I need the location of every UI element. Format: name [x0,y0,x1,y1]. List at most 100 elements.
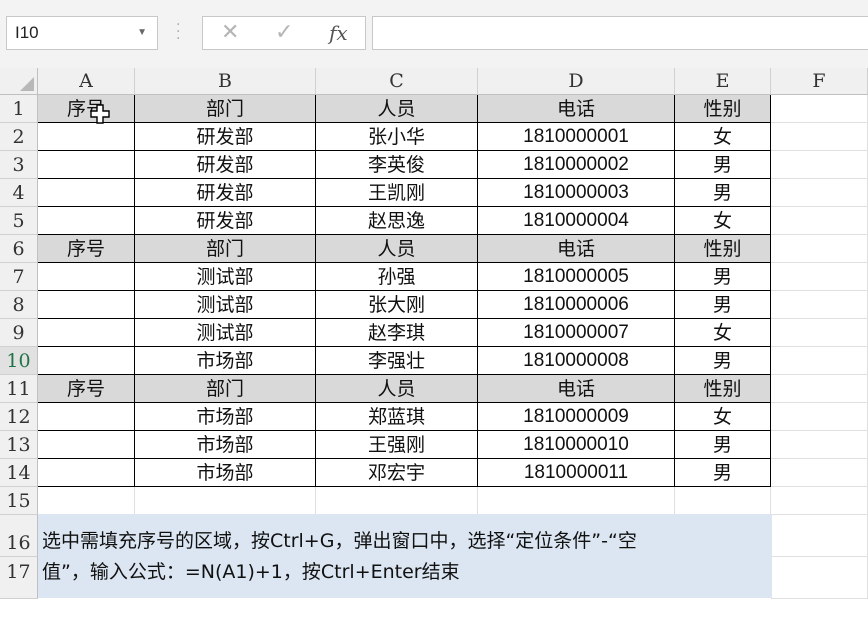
name-box-dropdown-icon[interactable]: ▼ [137,17,147,49]
cell-f2[interactable] [771,123,868,151]
cell-e14[interactable]: 男 [675,459,771,487]
cell-d5[interactable]: 1810000004 [478,207,675,235]
column-header-f[interactable]: F [771,68,868,95]
cell-c15[interactable] [316,487,478,515]
cell-a10[interactable] [38,347,135,375]
cell-b9[interactable]: 测试部 [135,319,316,347]
cell-a13[interactable] [38,431,135,459]
cell-b7[interactable]: 测试部 [135,263,316,291]
row-header-4[interactable]: 4 [0,179,38,207]
cell-e3[interactable]: 男 [675,151,771,179]
cell-b8[interactable]: 测试部 [135,291,316,319]
cell-e12[interactable]: 女 [675,403,771,431]
cell-f11[interactable] [771,375,868,403]
insert-function-icon[interactable]: fx [329,17,348,49]
row-header-9[interactable]: 9 [0,319,38,347]
enter-icon[interactable]: ✓ [275,17,293,49]
row-header-8[interactable]: 8 [0,291,38,319]
cell-e9[interactable]: 女 [675,319,771,347]
cell-f7[interactable] [771,263,868,291]
row-header-14[interactable]: 14 [0,459,38,487]
cell-a1[interactable]: 序号 [38,95,135,123]
cell-e6[interactable]: 性别 [675,235,771,263]
cell-d14[interactable]: 1810000011 [478,459,675,487]
row-header-2[interactable]: 2 [0,123,38,151]
cell-e1[interactable]: 性别 [675,95,771,123]
cell-f15[interactable] [771,487,868,515]
cell-c14[interactable]: 邓宏宇 [316,459,478,487]
row-header-3[interactable]: 3 [0,151,38,179]
cell-b5[interactable]: 研发部 [135,207,316,235]
cell-f10[interactable] [771,347,868,375]
cell-f6[interactable] [771,235,868,263]
cell-f4[interactable] [771,179,868,207]
column-header-c[interactable]: C [316,68,478,95]
cell-e8[interactable]: 男 [675,291,771,319]
cell-f16[interactable] [771,515,868,557]
column-header-b[interactable]: B [135,68,316,95]
cell-a12[interactable] [38,403,135,431]
cell-c11[interactable]: 人员 [316,375,478,403]
row-header-15[interactable]: 15 [0,487,38,515]
cell-c10[interactable]: 李强壮 [316,347,478,375]
cell-f13[interactable] [771,431,868,459]
row-header-5[interactable]: 5 [0,207,38,235]
cell-e13[interactable]: 男 [675,431,771,459]
cell-e4[interactable]: 男 [675,179,771,207]
cell-c6[interactable]: 人员 [316,235,478,263]
cell-b3[interactable]: 研发部 [135,151,316,179]
cell-d3[interactable]: 1810000002 [478,151,675,179]
cell-d1[interactable]: 电话 [478,95,675,123]
cell-d12[interactable]: 1810000009 [478,403,675,431]
cell-f8[interactable] [771,291,868,319]
cell-e2[interactable]: 女 [675,123,771,151]
cell-b4[interactable]: 研发部 [135,179,316,207]
cell-f14[interactable] [771,459,868,487]
cell-d7[interactable]: 1810000005 [478,263,675,291]
column-header-d[interactable]: D [478,68,675,95]
cell-a15[interactable] [38,487,135,515]
cell-f17[interactable] [771,557,868,599]
cell-e10[interactable]: 男 [675,347,771,375]
cell-e7[interactable]: 男 [675,263,771,291]
cell-a8[interactable] [38,291,135,319]
cell-e15[interactable] [675,487,771,515]
cell-b13[interactable]: 市场部 [135,431,316,459]
cell-e11[interactable]: 性别 [675,375,771,403]
cell-b10[interactable]: 市场部 [135,347,316,375]
cell-c13[interactable]: 王强刚 [316,431,478,459]
cell-d8[interactable]: 1810000006 [478,291,675,319]
cell-a14[interactable] [38,459,135,487]
cancel-icon[interactable]: ✕ [221,17,239,49]
cell-c2[interactable]: 张小华 [316,123,478,151]
cell-f5[interactable] [771,207,868,235]
cell-d10[interactable]: 1810000008 [478,347,675,375]
cell-a11[interactable]: 序号 [38,375,135,403]
cell-c4[interactable]: 王凯刚 [316,179,478,207]
select-all-corner[interactable] [0,68,38,95]
cell-c1[interactable]: 人员 [316,95,478,123]
row-header-17[interactable]: 17 [0,557,38,599]
row-header-10[interactable]: 10 [0,347,38,375]
name-box[interactable]: I10 ▼ [6,16,158,50]
cell-d13[interactable]: 1810000010 [478,431,675,459]
cell-b12[interactable]: 市场部 [135,403,316,431]
cell-a7[interactable] [38,263,135,291]
row-header-7[interactable]: 7 [0,263,38,291]
cell-f12[interactable] [771,403,868,431]
cell-d4[interactable]: 1810000003 [478,179,675,207]
cell-a4[interactable] [38,179,135,207]
cell-f1[interactable] [771,95,868,123]
cell-d9[interactable]: 1810000007 [478,319,675,347]
cell-e5[interactable]: 女 [675,207,771,235]
cell-c5[interactable]: 赵思逸 [316,207,478,235]
cell-f3[interactable] [771,151,868,179]
cell-b14[interactable]: 市场部 [135,459,316,487]
cell-b2[interactable]: 研发部 [135,123,316,151]
cell-b11[interactable]: 部门 [135,375,316,403]
row-header-11[interactable]: 11 [0,375,38,403]
cell-a5[interactable] [38,207,135,235]
cell-f9[interactable] [771,319,868,347]
cell-a3[interactable] [38,151,135,179]
row-header-13[interactable]: 13 [0,431,38,459]
